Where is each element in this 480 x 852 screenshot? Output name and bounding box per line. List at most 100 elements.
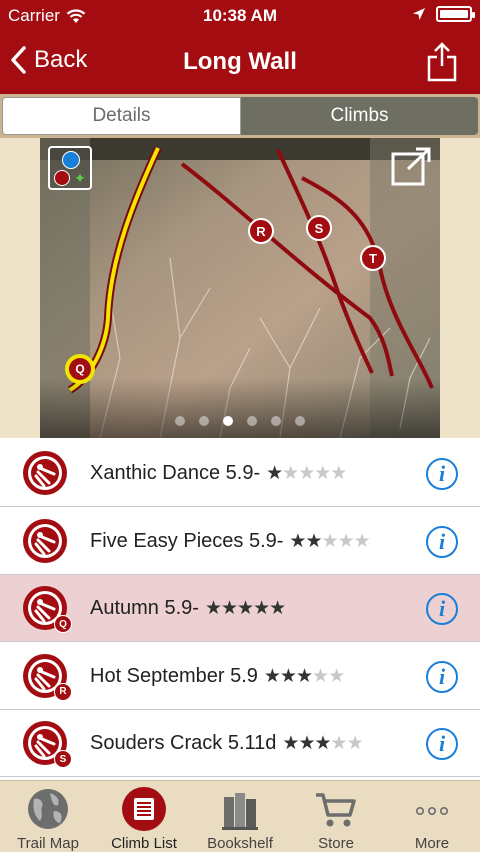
climb-icon: Q [22, 585, 72, 633]
star-icon: ★ [253, 598, 270, 619]
star-rating: ★★★★★ [263, 665, 345, 688]
topo-photo[interactable]: Q R S T ✦ [40, 138, 440, 438]
hiker-badge-icon: ✦ [74, 170, 86, 186]
route-marker-q-label: Q [69, 358, 91, 380]
books-icon [222, 793, 258, 830]
star-rating: ★★★★★ [282, 732, 364, 755]
climb-name-text: Five Easy Pieces 5.9- [90, 529, 284, 552]
star-icon: ★ [282, 733, 299, 754]
climb-name: Autumn 5.9- ★★★★★ [90, 575, 286, 642]
climb-row[interactable]: R Hot September 5.9 ★★★★★ i [0, 643, 480, 710]
star-icon: ★ [346, 733, 364, 754]
info-badge-icon [62, 151, 80, 169]
tab-label: Store [318, 835, 354, 852]
share-button[interactable] [426, 40, 458, 84]
info-button[interactable]: i [426, 660, 458, 693]
navigation-bar: Back Long Wall [0, 32, 480, 94]
status-time: 10:38 AM [202, 6, 277, 25]
info-button[interactable]: i [426, 593, 458, 625]
climb-name: Xanthic Dance 5.9- ★★★★★ [90, 440, 347, 507]
star-icon: ★ [269, 598, 286, 619]
pager-dot[interactable] [247, 416, 257, 426]
star-icon: ★ [221, 598, 238, 619]
star-icon: ★ [330, 463, 347, 484]
tab-bar: Trail Map Climb List Bookshelf Store Mor… [0, 780, 480, 852]
climb-list: Xanthic Dance 5.9- ★★★★★ i Five Easy Piece… [0, 438, 480, 780]
pager-dot[interactable] [271, 416, 281, 426]
tab-trail-map[interactable]: Trail Map [0, 781, 96, 852]
climb-route-icon [23, 451, 67, 495]
star-icon: ★ [298, 733, 315, 754]
area-badge-icon[interactable]: ✦ [48, 146, 92, 190]
tab-label: Bookshelf [207, 835, 273, 852]
climb-name-text: Autumn 5.9- [90, 597, 199, 619]
star-icon: ★ [279, 665, 297, 687]
page-title: Long Wall [183, 48, 297, 75]
pager-dot[interactable] [175, 416, 185, 426]
star-icon: ★ [305, 530, 322, 552]
photo-pager [40, 416, 440, 426]
battery-icon [436, 6, 475, 22]
tab-label: Trail Map [17, 835, 79, 852]
expand-icon[interactable] [390, 146, 432, 188]
climb-name: Hot September 5.9 ★★★★★ [90, 643, 345, 710]
climb-icon: S [22, 720, 72, 768]
climb-route-icon [23, 518, 67, 563]
climb-name: Five Easy Pieces 5.9- ★★★★★ [90, 508, 371, 575]
route-marker-s[interactable]: S [306, 215, 332, 241]
topo-image [40, 138, 440, 438]
more-icon [416, 806, 448, 815]
climb-badge-icon [54, 170, 70, 186]
climb-icon [22, 450, 68, 496]
info-button[interactable]: i [426, 525, 458, 558]
star-rating: ★★★★★ [266, 462, 347, 485]
tab-more[interactable]: More [384, 781, 480, 852]
tab-bookshelf[interactable]: Bookshelf [192, 781, 288, 852]
star-icon: ★ [298, 463, 315, 484]
climb-name-text: Hot September 5.9 [90, 664, 258, 687]
location-arrow-icon [413, 8, 425, 20]
status-bar: Carrier 10:38 AM [0, 0, 480, 32]
segmented-control: Details Climbs [0, 94, 480, 138]
pager-dot[interactable] [199, 416, 209, 426]
tab-climbs[interactable]: Climbs [241, 97, 478, 135]
star-icon: ★ [312, 665, 329, 687]
star-icon: ★ [263, 665, 281, 687]
globe-icon [28, 789, 68, 829]
star-icon: ★ [282, 463, 299, 484]
cart-icon [316, 793, 356, 827]
star-icon: ★ [353, 530, 371, 552]
tab-store[interactable]: Store [288, 781, 384, 852]
tab-details[interactable]: Details [2, 97, 241, 135]
topo-photo-area: Q R S T ✦ [0, 138, 480, 438]
climb-name-text: Souders Crack 5.11d [90, 732, 277, 754]
climb-name-text: Xanthic Dance 5.9- [90, 462, 261, 484]
route-marker-badge: S [54, 750, 72, 768]
climb-icon: R [22, 653, 72, 701]
star-icon: ★ [314, 733, 332, 754]
info-button[interactable]: i [426, 458, 458, 490]
star-icon: ★ [295, 665, 313, 687]
climb-icon [22, 518, 68, 564]
climb-row[interactable]: S Souders Crack 5.11d ★★★★★ i [0, 710, 480, 777]
route-marker-t[interactable]: T [360, 245, 386, 271]
climb-row[interactable]: Q Autumn 5.9- ★★★★★ i [0, 575, 480, 642]
star-icon: ★ [321, 530, 339, 552]
star-icon: ★ [204, 598, 222, 619]
pager-dot[interactable] [223, 416, 233, 426]
climb-name: Souders Crack 5.11d ★★★★★ [90, 710, 364, 777]
star-icon: ★ [314, 463, 331, 484]
tab-climb-list[interactable]: Climb List [96, 781, 192, 852]
pager-dot[interactable] [295, 416, 305, 426]
climb-row[interactable]: Five Easy Pieces 5.9- ★★★★★ i [0, 508, 480, 575]
star-icon: ★ [330, 733, 348, 754]
list-icon [122, 787, 166, 831]
route-marker-r[interactable]: R [248, 218, 274, 244]
star-icon: ★ [237, 598, 254, 619]
info-button[interactable]: i [426, 728, 458, 760]
route-marker-q[interactable]: Q [65, 354, 95, 384]
climb-row[interactable]: Xanthic Dance 5.9- ★★★★★ i [0, 440, 480, 507]
route-marker-badge: R [54, 682, 72, 701]
star-rating: ★★★★★ [204, 597, 286, 620]
star-icon: ★ [328, 665, 345, 687]
